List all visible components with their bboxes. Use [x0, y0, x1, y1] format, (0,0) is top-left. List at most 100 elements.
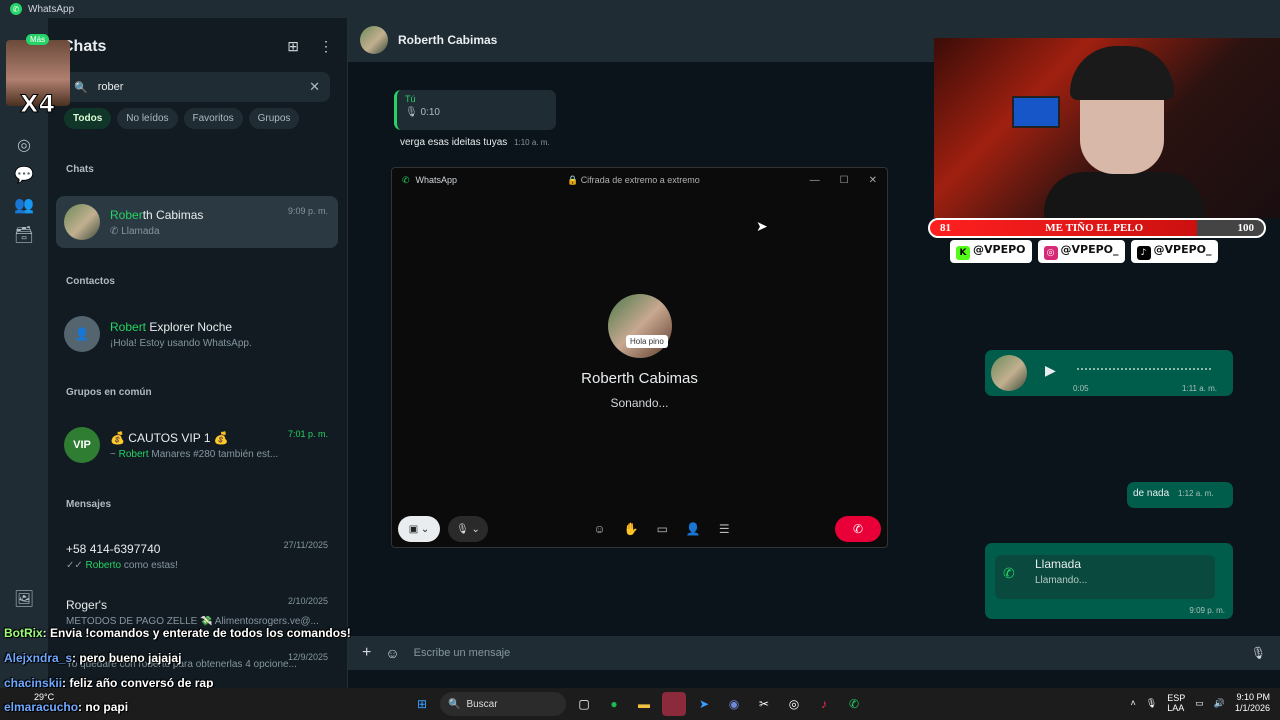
window-title: WhatsApp	[28, 3, 75, 15]
message-date: 27/11/2025	[283, 540, 328, 550]
communities-icon[interactable]: 👥	[13, 194, 35, 216]
message-date: 12/9/2025	[287, 652, 328, 662]
message-time: 1:10 a. m.	[514, 138, 550, 147]
call-window: ✆ WhatsApp 🔒 Cifrada de extremo a extrem…	[391, 167, 888, 548]
lock-icon: 🔒	[566, 174, 581, 185]
taskbar-search-label: Buscar	[466, 698, 498, 710]
reaction-icon[interactable]: ☺	[593, 522, 605, 536]
incoming-text-message: verga esas ideitas tuyas 1:10 a. m.	[394, 132, 556, 156]
filter-no-leidos[interactable]: No leídos	[117, 108, 178, 129]
voice-duration: 0:05	[1073, 384, 1089, 393]
mic-tray-icon[interactable]: 🎙	[1146, 698, 1157, 709]
maximize-icon[interactable]: ☐	[840, 175, 849, 186]
filter-favoritos[interactable]: Favoritos	[183, 108, 243, 129]
taskbar-search[interactable]: 🔍 Buscar	[440, 692, 566, 716]
streamer-cap	[1070, 46, 1174, 100]
mic-icon: 🎙	[405, 107, 421, 118]
callee-name: Roberth Cabimas	[581, 370, 698, 387]
message-time: 1:12 a. m.	[1177, 489, 1214, 498]
double-check-icon: ✓✓	[66, 559, 86, 571]
network-icon[interactable]: ▭	[1195, 698, 1204, 709]
media-icon[interactable]: 🖼	[13, 588, 35, 610]
instagram-handle: ◎ @VPEPO_	[1037, 240, 1125, 263]
camera-off-button[interactable]: ▣ ⌄	[398, 516, 440, 542]
stream-chat-line: Alejxndra_s: pero bueno jajajaj	[4, 651, 182, 665]
call-message-card[interactable]: ✆ Llamada Llamando... 9:09 p. m.	[985, 543, 1233, 619]
emote-badge: Más	[26, 34, 50, 45]
app-icon[interactable]	[662, 692, 686, 716]
windows-taskbar: 29°C ⊞ 🔍 Buscar ▢ ● ▬ ➤ ◉ ✂ ◎ ♪ ✆ ˄ 🎙 ESP…	[0, 688, 1280, 720]
emote-multiplier: X4	[19, 90, 56, 119]
outgoing-voice-message[interactable]: ▶ 0:05 1:11 a. m.	[985, 350, 1233, 396]
more-options-icon[interactable]: ☰	[719, 522, 730, 536]
group-preview-highlight: Robert	[118, 448, 149, 460]
mic-icon[interactable]: 🎙	[1251, 646, 1266, 660]
new-chat-icon[interactable]: ⊞	[287, 38, 299, 55]
emoji-icon[interactable]: ☺	[385, 645, 399, 661]
task-view-icon[interactable]: ▢	[572, 692, 596, 716]
message-input[interactable]: Escribe un mensaje	[414, 647, 1237, 659]
language[interactable]: ESP	[1167, 693, 1185, 703]
clock[interactable]: 9:10 PM 1/1/2026	[1235, 692, 1270, 714]
social-handles: K @VPEPO ◎ @VPEPO_ ♪ @VPEPO_	[950, 240, 1218, 263]
goal-current: 81	[940, 222, 951, 234]
call-card-time: 9:09 p. m.	[1189, 606, 1225, 615]
channels-icon[interactable]: 💬	[13, 164, 35, 186]
message-item[interactable]: +58 414-6397740 ✓✓ Roberto como estas! 2…	[56, 530, 338, 582]
search-input[interactable]: 🔍 rober ✕	[64, 72, 330, 102]
message-text: de nada	[1133, 488, 1170, 499]
streamer-shirt	[1044, 172, 1204, 218]
chat-sidebar: Chats ⊞ ⋮ 🔍 rober ✕ Todos No leídos Favo…	[48, 18, 348, 688]
avatar	[64, 204, 100, 240]
message-preview: como estas!	[121, 559, 178, 571]
call-card-status: Llamando...	[1035, 575, 1088, 586]
share-screen-icon[interactable]: ▭	[657, 522, 668, 536]
mic-button[interactable]: 🎙 ⌄	[448, 516, 488, 542]
menu-icon[interactable]: ⋮	[319, 38, 333, 55]
emote-overlay: Más X4	[6, 34, 70, 119]
start-icon[interactable]: ⊞	[410, 692, 434, 716]
plus-icon[interactable]: +	[362, 644, 371, 662]
contact-item-robert[interactable]: 👤 Robert Explorer Noche ¡Hola! Estoy usa…	[56, 308, 338, 360]
minimize-icon[interactable]: —	[810, 175, 820, 186]
hang-up-button[interactable]: ✆	[835, 516, 881, 542]
add-participant-icon[interactable]: 👤	[686, 522, 701, 536]
play-icon[interactable]: ▶	[1045, 362, 1056, 379]
clear-search-icon[interactable]: ✕	[309, 79, 320, 95]
contact-name-highlight: Robert	[110, 319, 147, 334]
discord-icon[interactable]: ◉	[722, 692, 746, 716]
volume-icon[interactable]: 🔊	[1214, 698, 1225, 709]
message-date: 2/10/2025	[287, 596, 328, 606]
group-item-cautos[interactable]: VIP 💰 CAUTOS VIP 1 💰 ~ Robert Manares #2…	[56, 419, 338, 471]
waveform[interactable]	[1077, 368, 1211, 374]
chat-name-highlight: Rober	[110, 207, 143, 222]
tiktok-handle: ♪ @VPEPO_	[1130, 240, 1218, 263]
chrome-icon[interactable]: ◎	[782, 692, 806, 716]
stream-goal-bar: 81 ME TIÑO EL PELO 100	[928, 218, 1266, 238]
call-window-title: WhatsApp	[415, 175, 458, 185]
status-icon[interactable]: ◎	[13, 134, 35, 156]
chat-item-roberth[interactable]: Roberth Cabimas ✆ Llamada 9:09 p. m.	[56, 196, 338, 248]
call-status: Sonando...	[610, 396, 669, 410]
filter-todos[interactable]: Todos	[64, 108, 112, 129]
file-explorer-icon[interactable]: ▬	[632, 692, 656, 716]
archive-icon[interactable]: 🗃	[13, 224, 35, 246]
raise-hand-icon[interactable]: ✋	[624, 522, 639, 536]
contact-about: ¡Hola! Estoy usando WhatsApp.	[110, 337, 252, 349]
close-icon[interactable]: ✕	[869, 175, 877, 186]
contact-name-rest: Explorer Noche	[146, 319, 233, 334]
outgoing-text-message: de nada 1:12 a. m.	[1127, 482, 1233, 508]
tiktok-icon[interactable]: ♪	[812, 692, 836, 716]
tray-chevron-icon[interactable]: ˄	[1131, 698, 1136, 708]
telegram-icon[interactable]: ➤	[692, 692, 716, 716]
kick-handle: K @VPEPO	[950, 240, 1032, 263]
spotify-icon[interactable]: ●	[602, 692, 626, 716]
filter-grupos[interactable]: Grupos	[248, 108, 300, 129]
capcut-icon[interactable]: ✂	[752, 692, 776, 716]
whatsapp-taskbar-icon[interactable]: ✆	[842, 692, 866, 716]
quoted-voice-message[interactable]: Tú 🎙 0:10	[394, 90, 556, 130]
goal-target: 100	[1237, 222, 1255, 234]
stream-chat-line: elmaracucho: no papi	[4, 700, 129, 714]
section-groups: Grupos en común	[66, 387, 152, 398]
search-value[interactable]: rober	[98, 81, 309, 93]
